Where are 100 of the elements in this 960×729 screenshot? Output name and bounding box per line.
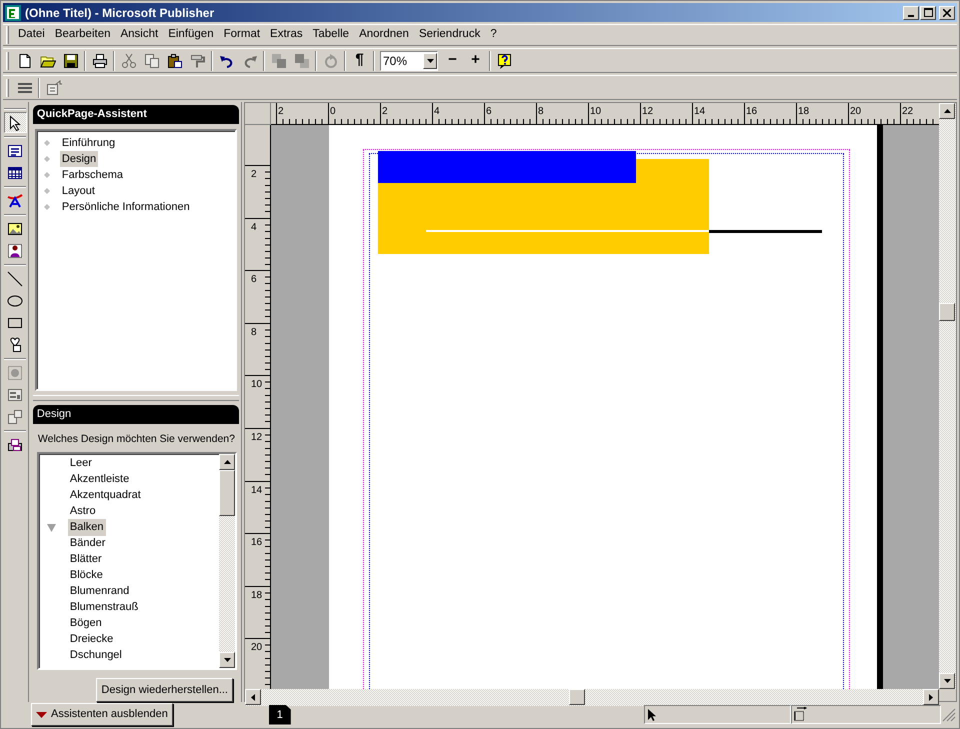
oval-icon (7, 292, 24, 308)
design-option[interactable]: Balken (68, 519, 106, 536)
menu-item[interactable]: Seriendruck (414, 25, 486, 45)
design-option[interactable]: Blumenrand (68, 583, 132, 600)
wizard-step[interactable]: Einführung (60, 134, 118, 152)
new-document-icon (16, 52, 32, 68)
right-arrow-icon (929, 694, 933, 700)
wizard-step[interactable]: Farbschema (60, 166, 126, 184)
ruler-label: 16 (746, 107, 758, 117)
ruler-label: 20 (850, 107, 862, 117)
bring-forward-icon (270, 52, 286, 68)
scissors-icon (120, 52, 136, 68)
ruler-label: 2 (382, 107, 388, 117)
ruler-label: 12 (642, 107, 654, 117)
maximize-icon (924, 8, 932, 17)
scroll-thumb[interactable] (939, 303, 955, 321)
ruler-label: 18 (798, 107, 810, 117)
wizard-step[interactable]: Layout (60, 182, 97, 200)
gallery-icon (7, 436, 24, 452)
menu-item[interactable]: Bearbeiten (50, 25, 116, 45)
design-option[interactable]: Leer (68, 455, 94, 472)
ruler-label: 18 (251, 590, 262, 601)
design-option[interactable]: Dschungel (68, 647, 124, 664)
menu-item[interactable]: Ansicht (115, 25, 164, 45)
toolbar-button[interactable]: − (441, 50, 464, 72)
panel-header: Design (32, 404, 239, 424)
vertical-scrollbar[interactable] (939, 103, 956, 689)
ruler-label: 12 (251, 432, 262, 443)
close-button[interactable] (939, 6, 955, 20)
pointer-icon (7, 114, 24, 130)
design-option[interactable]: Bögen (68, 615, 104, 632)
ruler-label: 8 (538, 107, 544, 117)
caret-icon (426, 58, 434, 62)
design-option[interactable]: Bänder (68, 535, 108, 552)
menu-item[interactable]: Datei (13, 25, 50, 45)
menu-item[interactable]: Einfügen (163, 25, 219, 45)
ruler-label: 6 (251, 275, 257, 286)
menu-item[interactable]: Format (218, 25, 266, 45)
marker-icon (46, 524, 56, 532)
tool-button[interactable] (4, 112, 27, 133)
menu-item[interactable]: Tabelle (308, 25, 354, 45)
swoosh-icon (7, 192, 24, 208)
minimize-icon (908, 14, 914, 16)
hotspot-icon (7, 364, 24, 380)
design-option[interactable]: Akzentquadrat (68, 487, 143, 504)
size-icon (794, 707, 808, 722)
ruler-label: 2 (278, 107, 284, 117)
text-frame-icon (7, 142, 24, 158)
ruler-label: 6 (486, 107, 492, 117)
toolbar-button[interactable]: ¶ (348, 50, 371, 72)
bullet-icon (44, 188, 50, 194)
form-icon (7, 386, 24, 402)
figure-icon (7, 242, 24, 258)
scrollbar[interactable] (219, 454, 235, 668)
ruler-label: 14 (694, 107, 706, 117)
up-arrow-icon (944, 109, 950, 113)
left-arrow-icon (251, 694, 255, 700)
design-option[interactable]: Blöcke (68, 567, 105, 584)
design-option[interactable]: Blätter (68, 551, 104, 568)
toolbar-button[interactable]: + (464, 50, 487, 72)
scroll-thumb[interactable] (219, 470, 235, 516)
wizard-step[interactable]: Persönliche Informationen (60, 198, 192, 216)
design-option[interactable]: Astro (68, 503, 98, 520)
design-option[interactable]: Dreiecke (68, 631, 116, 648)
up-arrow-icon (224, 460, 230, 464)
ruler-label: 22 (902, 107, 914, 117)
menu-item[interactable]: Anordnen (354, 25, 414, 45)
wizard-step[interactable]: Design (60, 150, 98, 168)
menu-item[interactable]: ? (485, 25, 502, 45)
close-icon (943, 8, 951, 16)
line-icon (7, 270, 24, 286)
zoom-combo[interactable]: 70% (380, 50, 438, 70)
panel-header: QuickPage-Assistent (32, 105, 239, 124)
ruler-label: 0 (330, 107, 336, 117)
help-icon (496, 52, 512, 68)
horizontal-scrollbar[interactable] (245, 689, 939, 706)
ruler-label: 4 (251, 222, 257, 233)
down-triangle-icon (36, 712, 47, 718)
bullet-icon (44, 140, 50, 146)
ruler-label: 16 (251, 538, 262, 548)
maximize-button[interactable] (920, 6, 936, 20)
hide-wizard-button[interactable]: Assistenten ausblenden (31, 703, 173, 726)
reset-design-button[interactable]: Design wiederherstellen... (96, 678, 233, 702)
ruler-label: 4 (434, 107, 440, 117)
ruler-label: 10 (251, 380, 262, 390)
question-text: Welches Design möchten Sie verwenden? (38, 432, 236, 447)
window-title: (Ohne Titel) - Microsoft Publisher (25, 4, 216, 22)
ruler-label: 8 (251, 328, 257, 338)
bullet-icon (44, 172, 50, 178)
bullet-icon (44, 156, 50, 162)
design-option[interactable]: Akzentleiste (68, 471, 132, 488)
menu-item[interactable]: Extras (265, 25, 308, 45)
printer-icon (92, 52, 108, 68)
design-option[interactable]: Blumenstrauß (68, 599, 140, 616)
page-tab[interactable]: 1 (268, 704, 291, 724)
clipboard-icon (166, 52, 182, 68)
resize-grip-icon (941, 706, 957, 722)
minimize-button[interactable] (903, 6, 919, 20)
ruler-label: 20 (251, 643, 262, 654)
scroll-thumb[interactable] (569, 689, 585, 705)
